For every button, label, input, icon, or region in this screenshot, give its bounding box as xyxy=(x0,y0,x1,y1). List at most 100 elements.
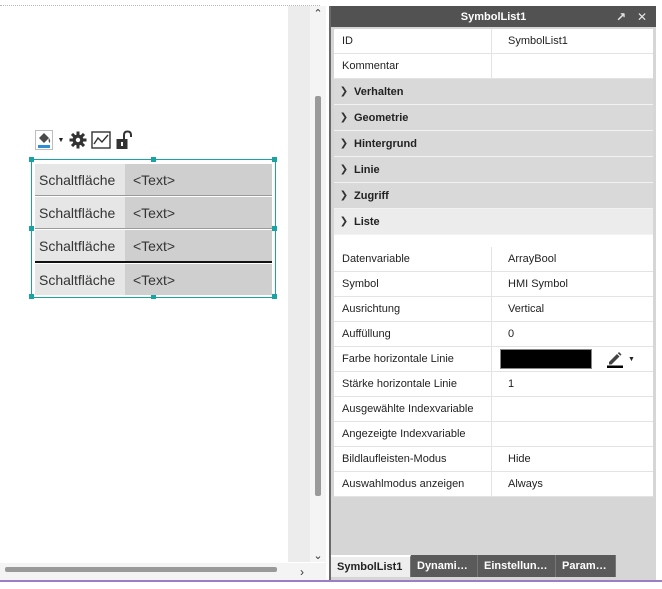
group-linie[interactable]: ❯ Linie xyxy=(334,157,653,183)
chevron-up-icon[interactable]: ⌃ xyxy=(310,6,326,20)
property-row-bildlaufleisten-modus[interactable]: Bildlaufleisten-Modus Hide xyxy=(334,447,653,472)
group-liste[interactable]: ❯ Liste xyxy=(334,209,653,235)
property-value[interactable]: ArrayBool xyxy=(492,247,653,271)
property-row-kommentar[interactable]: Kommentar xyxy=(334,54,653,79)
panel-header: SymbolList1 ↗ ✕ xyxy=(331,6,656,27)
property-row-symbol[interactable]: Symbol HMI Symbol xyxy=(334,272,653,297)
resize-handle-bottom-left[interactable] xyxy=(29,294,34,299)
chevron-down-icon: ❯ xyxy=(339,216,349,227)
chevron-right-icon: ❯ xyxy=(339,138,349,149)
tab-parameter[interactable]: Param… xyxy=(556,555,616,577)
property-row-auffuellung[interactable]: Auffüllung 0 xyxy=(334,322,653,347)
property-name: Ausgewählte Indexvariable xyxy=(334,397,492,421)
list-item-button[interactable]: Schaltfläche xyxy=(35,264,125,295)
property-row-id[interactable]: ID SymbolList1 xyxy=(334,29,653,54)
resize-handle-top-right[interactable] xyxy=(272,157,277,162)
pen-color-icon[interactable] xyxy=(606,350,624,368)
window-bottom-border xyxy=(0,580,662,582)
group-zugriff[interactable]: ❯ Zugriff xyxy=(334,183,653,209)
list-item-button[interactable]: Schaltfläche xyxy=(35,230,125,261)
color-swatch[interactable] xyxy=(500,349,592,369)
scroll-thumb[interactable] xyxy=(315,96,321,496)
chevron-down-icon[interactable]: ▼ xyxy=(628,356,635,363)
property-name: Kommentar xyxy=(334,54,492,78)
property-row-farbe-horizontale-linie[interactable]: Farbe horizontale Linie ▼ xyxy=(334,347,653,372)
property-value[interactable]: HMI Symbol xyxy=(492,272,653,296)
property-value[interactable] xyxy=(492,54,653,78)
list-item-text: <Text> xyxy=(125,230,272,261)
resize-handle-right[interactable] xyxy=(272,226,277,231)
property-name: Angezeigte Indexvariable xyxy=(334,422,492,446)
list-item[interactable]: Schaltfläche <Text> xyxy=(35,197,272,228)
group-hintergrund[interactable]: ❯ Hintergrund xyxy=(334,131,653,157)
row-divider xyxy=(35,195,272,196)
group-verhalten[interactable]: ❯ Verhalten xyxy=(334,79,653,105)
color-picker: ▼ xyxy=(492,349,653,369)
property-value[interactable]: Hide xyxy=(492,447,653,471)
properties-panel: SymbolList1 ↗ ✕ ID SymbolList1 Kommentar… xyxy=(329,6,656,580)
paint-bucket-icon[interactable] xyxy=(34,129,54,151)
property-value[interactable] xyxy=(492,397,653,421)
property-name: Farbe horizontale Linie xyxy=(334,347,492,371)
property-row-staerke-horizontale-linie[interactable]: Stärke horizontale Linie 1 xyxy=(334,372,653,397)
design-canvas[interactable]: ▼ Schaltfläche <Text> Schaltfläche <Text… xyxy=(0,0,320,580)
object-toolbar: ▼ xyxy=(34,128,134,152)
expand-arrow-icon[interactable]: ↗ xyxy=(613,6,629,27)
row-divider xyxy=(35,228,272,229)
tab-einstellungen[interactable]: Einstellun… xyxy=(478,555,556,577)
close-icon[interactable]: ✕ xyxy=(634,6,650,27)
property-row-angezeigte-indexvariable[interactable]: Angezeigte Indexvariable xyxy=(334,422,653,447)
group-label: Verhalten xyxy=(354,85,404,98)
property-name: ID xyxy=(334,29,492,53)
list-item[interactable]: Schaltfläche <Text> xyxy=(35,164,272,195)
chevron-right-icon: ❯ xyxy=(339,86,349,97)
resize-handle-top[interactable] xyxy=(151,157,156,162)
group-label: Geometrie xyxy=(354,111,409,124)
list-item-text: <Text> xyxy=(125,264,272,295)
group-label: Liste xyxy=(354,215,380,228)
property-row-auswahlmodus-anzeigen[interactable]: Auswahlmodus anzeigen Always xyxy=(334,472,653,497)
list-item[interactable]: Schaltfläche <Text> xyxy=(35,264,272,295)
chart-icon[interactable] xyxy=(91,129,111,151)
property-grid: ID SymbolList1 Kommentar ❯ Verhalten ❯ G… xyxy=(334,29,653,497)
group-label: Linie xyxy=(354,163,380,176)
resize-handle-left[interactable] xyxy=(29,226,34,231)
list-item-button[interactable]: Schaltfläche xyxy=(35,164,125,195)
property-name: Ausrichtung xyxy=(334,297,492,321)
property-row-ausgewaehlte-indexvariable[interactable]: Ausgewählte Indexvariable xyxy=(334,397,653,422)
property-name: Bildlaufleisten-Modus xyxy=(334,447,492,471)
canvas-margin xyxy=(288,6,310,562)
chevron-down-icon[interactable]: ▼ xyxy=(57,129,65,151)
property-value[interactable]: Always xyxy=(492,472,653,496)
property-value[interactable]: 0 xyxy=(492,322,653,346)
group-label: Hintergrund xyxy=(354,137,417,150)
horizontal-scrollbar[interactable]: › xyxy=(0,563,326,580)
resize-handle-top-left[interactable] xyxy=(29,157,34,162)
property-value[interactable] xyxy=(492,422,653,446)
property-row-ausrichtung[interactable]: Ausrichtung Vertical xyxy=(334,297,653,322)
list-item-text: <Text> xyxy=(125,197,272,228)
property-name: Auswahlmodus anzeigen xyxy=(334,472,492,496)
chevron-down-icon[interactable]: ⌄ xyxy=(310,548,326,562)
vertical-scrollbar[interactable]: ⌃ ⌄ xyxy=(310,6,326,562)
canvas-grid-line xyxy=(0,5,320,6)
property-row-datenvariable[interactable]: Datenvariable ArrayBool xyxy=(334,247,653,272)
tab-symbollist1[interactable]: SymbolList1 xyxy=(331,555,411,577)
property-name: Stärke horizontale Linie xyxy=(334,372,492,396)
symbol-list-widget[interactable]: Schaltfläche <Text> Schaltfläche <Text> … xyxy=(29,157,277,299)
settings-gear-icon[interactable] xyxy=(68,129,88,151)
scroll-thumb[interactable] xyxy=(5,567,277,572)
property-value[interactable]: 1 xyxy=(492,372,653,396)
tab-dynamik[interactable]: Dynami… xyxy=(411,555,478,577)
chevron-right-icon[interactable]: › xyxy=(294,563,310,580)
property-value[interactable]: SymbolList1 xyxy=(492,29,653,53)
chevron-right-icon: ❯ xyxy=(339,164,349,175)
chevron-right-icon: ❯ xyxy=(339,112,349,123)
list-item-button[interactable]: Schaltfläche xyxy=(35,197,125,228)
unlock-icon[interactable] xyxy=(114,129,134,151)
list-item[interactable]: Schaltfläche <Text> xyxy=(35,230,272,261)
property-value[interactable]: Vertical xyxy=(492,297,653,321)
resize-handle-bottom-right[interactable] xyxy=(272,294,277,299)
group-geometrie[interactable]: ❯ Geometrie xyxy=(334,105,653,131)
property-name: Symbol xyxy=(334,272,492,296)
